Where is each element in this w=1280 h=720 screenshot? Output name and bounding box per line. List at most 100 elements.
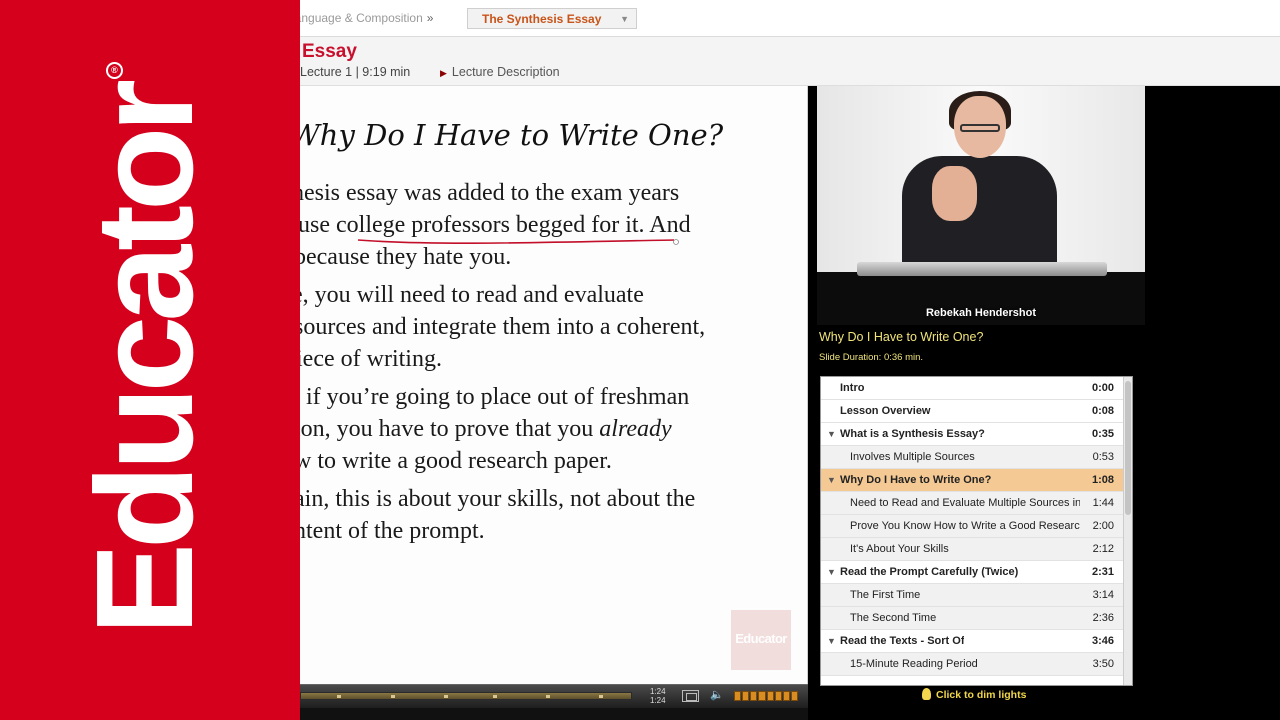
- dim-lights-label: Click to dim lights: [936, 689, 1027, 701]
- screen: h Language & Composition» The Synthesis …: [0, 0, 1280, 720]
- presenter-video[interactable]: Rebekah Hendershot: [817, 86, 1145, 325]
- educator-logo: Educator: [68, 84, 222, 636]
- scrollbar-thumb[interactable]: [1125, 381, 1131, 515]
- chapter-marker[interactable]: [337, 695, 341, 698]
- slide-duration: Slide Duration: 0:36 min.: [819, 352, 924, 363]
- chapter-item[interactable]: The First Time 3:14: [821, 584, 1123, 607]
- volume-segment: [750, 691, 758, 701]
- chapter-label: The First Time: [850, 589, 921, 601]
- chevron-down-icon: ▼: [620, 14, 629, 24]
- volume-segment: [742, 691, 750, 701]
- slide-line: e, you will need to read and evaluate: [300, 282, 644, 308]
- fullscreen-icon[interactable]: [682, 690, 699, 702]
- chapter-marker[interactable]: [599, 695, 603, 698]
- chapter-marker[interactable]: [444, 695, 448, 698]
- caret-right-icon: ▶: [440, 68, 447, 78]
- presenter-glasses: [960, 124, 1000, 132]
- slide-watermark-logo: Educator: [731, 610, 791, 670]
- chapter-label: Involves Multiple Sources: [850, 451, 975, 463]
- chapter-label: Intro: [840, 382, 865, 394]
- presenter-name: Rebekah Hendershot: [925, 307, 1037, 319]
- chapter-time: 2:00: [1092, 520, 1114, 532]
- slide-line: ion, you have to prove that you already: [300, 416, 672, 443]
- chapter-item[interactable]: ▼ What is a Synthesis Essay? 0:35: [821, 423, 1123, 446]
- chapter-time: 2:31: [1091, 566, 1114, 578]
- time-current: 1:24: [650, 687, 666, 696]
- chapter-list: Intro 0:00 Lesson Overview 0:08 ▼ What is a S…: [820, 376, 1133, 686]
- laptop: [857, 262, 1107, 276]
- lecture-description-link[interactable]: ▶ Lecture Description: [440, 65, 560, 79]
- time-display: 1:24 1:24: [650, 687, 666, 705]
- chapter-item[interactable]: Intro 0:00: [821, 377, 1123, 400]
- triangle-down-icon: ▼: [827, 567, 836, 577]
- chapter-label: Lesson Overview: [840, 405, 931, 417]
- chapter-item[interactable]: Lesson Overview 0:08: [821, 400, 1123, 423]
- chapter-time: 3:46: [1091, 635, 1114, 647]
- chapter-marker[interactable]: [546, 695, 550, 698]
- slide-heading: Why Do I Have to Write One?: [300, 118, 724, 152]
- time-total: 1:24: [650, 696, 666, 705]
- chapter-time: 3:14: [1092, 589, 1114, 601]
- chapter-label: 15-Minute Reading Period: [850, 658, 978, 670]
- registered-mark-icon: ®: [106, 62, 123, 79]
- lightbulb-icon: [922, 688, 931, 700]
- chapter-item[interactable]: ▼ Read the Prompt Carefully (Twice) 2:31: [821, 561, 1123, 584]
- triangle-down-icon: ▼: [827, 475, 836, 485]
- player-bottom-strip: [300, 708, 808, 720]
- chapter-marker[interactable]: [391, 695, 395, 698]
- breadcrumb-separator: »: [426, 11, 434, 25]
- slide-line: because they hate you.: [300, 244, 512, 270]
- progress-track[interactable]: [300, 692, 632, 700]
- chapter-time: 2:12: [1092, 543, 1114, 555]
- slide-line: sources and integrate them into a cohere…: [300, 314, 706, 340]
- lecture-meta: Lecture 1 | 9:19 min: [300, 65, 411, 79]
- chapter-label: Read the Texts - Sort Of: [840, 635, 965, 647]
- slide-line-text: ion, you have to prove that you: [300, 416, 600, 442]
- lesson-select-value: The Synthesis Essay: [482, 12, 602, 26]
- chapter-list-scrollbar[interactable]: [1123, 377, 1132, 685]
- chapter-time: 0:08: [1091, 405, 1114, 417]
- chapter-item[interactable]: 15-Minute Reading Period 3:50: [821, 653, 1123, 676]
- chapter-time: 1:08: [1091, 474, 1114, 486]
- triangle-down-icon: ▼: [827, 636, 836, 646]
- volume-slider[interactable]: [734, 691, 798, 701]
- player-controls: 1:24 1:24 🔈: [300, 684, 808, 708]
- chapter-marker[interactable]: [493, 695, 497, 698]
- slide-line: ain, this is about your skills, not abou…: [300, 486, 696, 512]
- chapter-item[interactable]: ▼ Read the Texts - Sort Of 3:46: [821, 630, 1123, 653]
- volume-segment: [758, 691, 766, 701]
- chapter-time: 2:36: [1092, 612, 1114, 624]
- chapter-item[interactable]: Prove You Know How to Write a Good Resea…: [821, 515, 1123, 538]
- chapter-item-active[interactable]: ▼ Why Do I Have to Write One? 1:08: [821, 469, 1123, 492]
- slide-line: ntent of the prompt.: [300, 518, 485, 544]
- lesson-select[interactable]: The Synthesis Essay ▼: [467, 8, 637, 29]
- dim-lights-button[interactable]: Click to dim lights: [922, 688, 1026, 701]
- page-title: Essay: [302, 41, 357, 62]
- volume-segment: [734, 691, 742, 701]
- lecture-slide: Why Do I Have to Write One? hesis essay …: [300, 86, 808, 684]
- chapter-item[interactable]: Involves Multiple Sources 0:53: [821, 446, 1123, 469]
- slide-line: hesis essay was added to the exam years: [300, 180, 680, 206]
- triangle-down-icon: ▼: [827, 429, 836, 439]
- chapter-label: Read the Prompt Carefully (Twice): [840, 566, 1019, 578]
- chapter-time: 1:44: [1092, 497, 1114, 509]
- chapter-item[interactable]: The Second Time 2:36: [821, 607, 1123, 630]
- chapter-label: It's About Your Skills: [850, 543, 949, 555]
- chapter-label: What is a Synthesis Essay?: [840, 428, 985, 440]
- chapter-label: Need to Read and Evaluate Multiple Sourc…: [850, 497, 1080, 509]
- chapter-item[interactable]: It's About Your Skills 2:12: [821, 538, 1123, 561]
- slide-line: iece of writing.: [300, 346, 442, 372]
- educator-brand-banner: Educator ®: [0, 0, 300, 720]
- chapter-time: 0:35: [1091, 428, 1114, 440]
- slide-line-emphasis: already: [599, 416, 672, 442]
- chapter-time: 3:50: [1092, 658, 1114, 670]
- chapter-time: 0:53: [1092, 451, 1114, 463]
- side-panel: Rebekah Hendershot Why Do I Have to Writ…: [808, 86, 1280, 720]
- breadcrumb: h Language & Composition»: [278, 11, 433, 25]
- slide-line: w to write a good research paper.: [300, 448, 612, 474]
- volume-segment: [782, 691, 790, 701]
- volume-segment: [790, 691, 798, 701]
- chapter-item[interactable]: Need to Read and Evaluate Multiple Sourc…: [821, 492, 1123, 515]
- speaker-icon[interactable]: 🔈: [710, 688, 724, 701]
- presenter-hand: [932, 166, 977, 221]
